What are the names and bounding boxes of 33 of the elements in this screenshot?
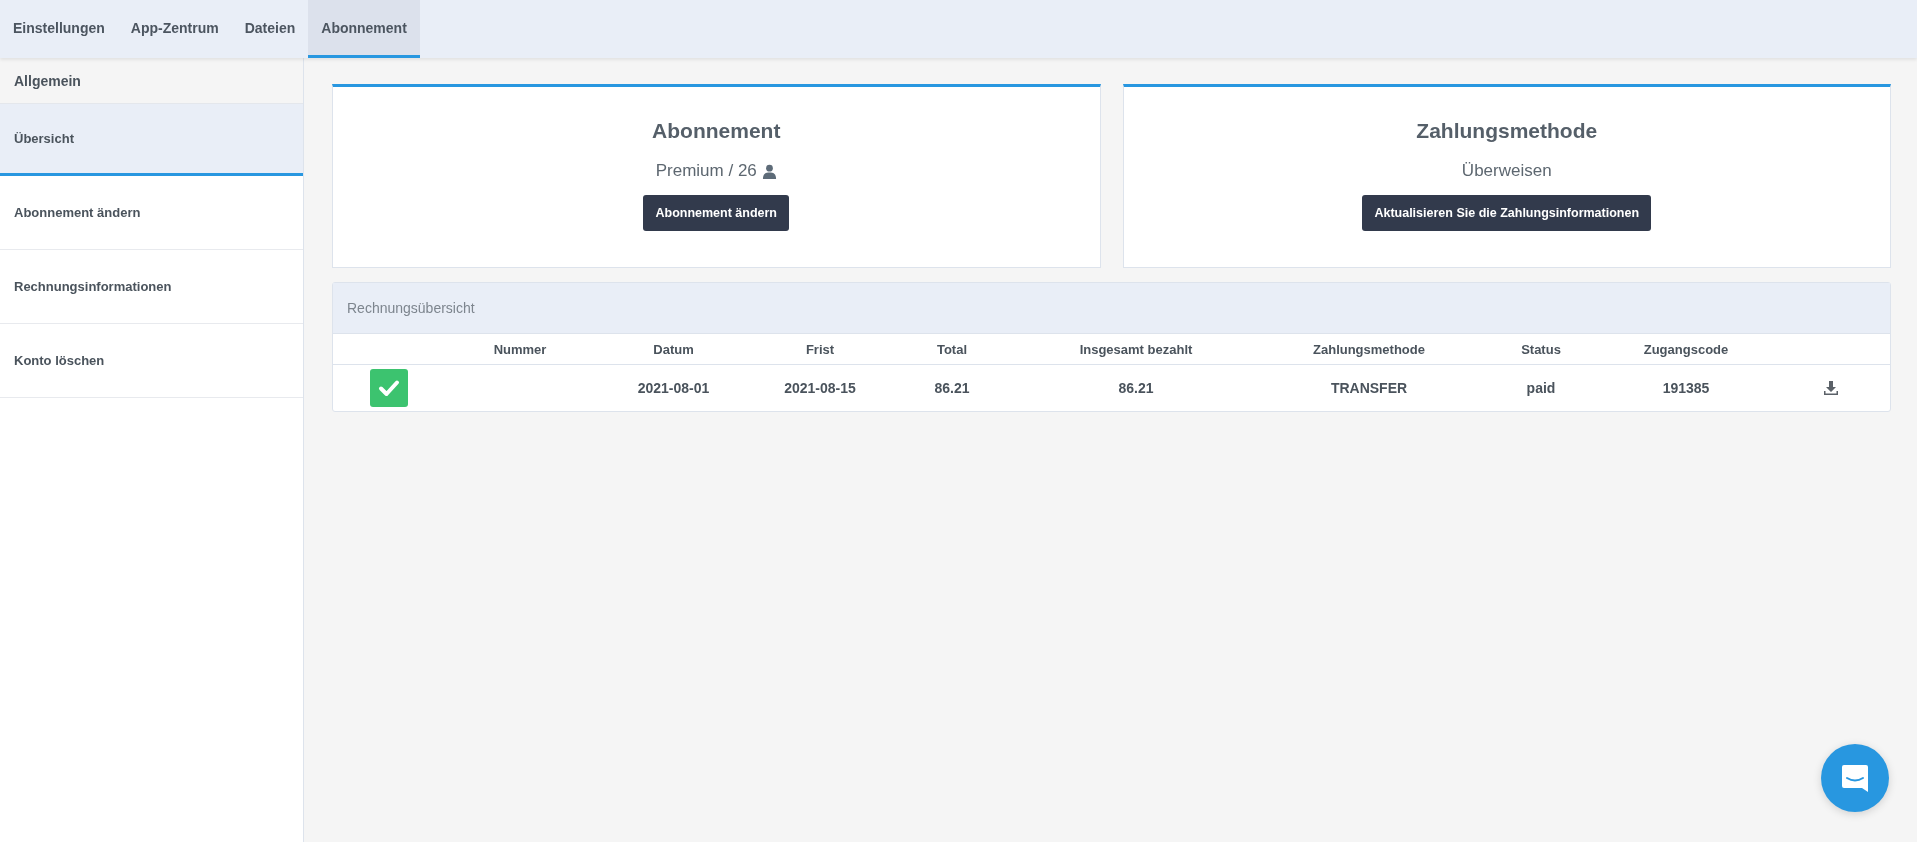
- chat-icon: [1840, 763, 1870, 793]
- chat-button[interactable]: [1821, 744, 1889, 812]
- sidebar-heading: Allgemein: [0, 58, 303, 104]
- column-header: Nummer: [492, 341, 548, 357]
- nav-tab[interactable]: Einstellungen: [0, 0, 118, 58]
- table-cell: 2021-08-15: [784, 380, 856, 396]
- card-action-button[interactable]: Aktualisieren Sie die Zahlungsinformationen: [1362, 195, 1652, 231]
- table-cell: paid: [1526, 380, 1556, 396]
- table-cell: 2021-08-01: [637, 380, 710, 396]
- card-title: Abonnement: [652, 119, 781, 143]
- nav-tab[interactable]: Abonnement: [308, 0, 420, 58]
- nav-tab[interactable]: App-Zentrum: [117, 0, 232, 58]
- download-icon[interactable]: [1823, 380, 1839, 396]
- check-icon: [370, 369, 408, 407]
- column-header: Status: [1520, 341, 1562, 357]
- column-header: Zugangscode: [1642, 341, 1730, 357]
- card-detail: Premium / 26: [655, 161, 757, 181]
- column-header: Total: [935, 341, 969, 357]
- panel-title: Rechnungsübersicht: [347, 300, 475, 316]
- card-title: Zahlungsmethode: [1416, 119, 1598, 143]
- user-icon: [761, 163, 777, 179]
- column-header: Frist: [804, 341, 836, 357]
- column-header: Zahlungsmethode: [1312, 341, 1426, 357]
- table-cell: TRANSFER: [1330, 380, 1408, 396]
- card-action-button[interactable]: Abonnement ändern: [643, 195, 789, 231]
- column-header: Datum: [652, 341, 695, 357]
- column-header: Insgesamt bezahlt: [1078, 341, 1194, 357]
- table-cell: 86.21: [1118, 380, 1154, 396]
- sidebar-item[interactable]: Übersicht: [0, 104, 303, 176]
- table-cell: 86.21: [934, 380, 970, 396]
- table-cell: 191385: [1662, 380, 1710, 396]
- nav-tab[interactable]: Dateien: [231, 0, 309, 58]
- card-detail: Überweisen: [1461, 161, 1552, 181]
